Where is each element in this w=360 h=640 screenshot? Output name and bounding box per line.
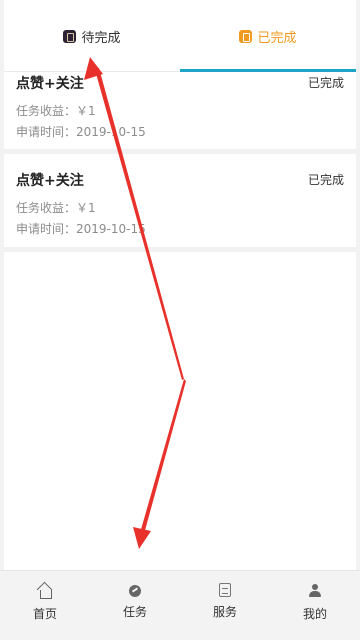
arrowhead-down-icon bbox=[133, 527, 151, 549]
gesture-line-down bbox=[140, 379, 186, 534]
swipe-gesture-annotation bbox=[84, 57, 186, 549]
gesture-line-up bbox=[95, 68, 184, 380]
